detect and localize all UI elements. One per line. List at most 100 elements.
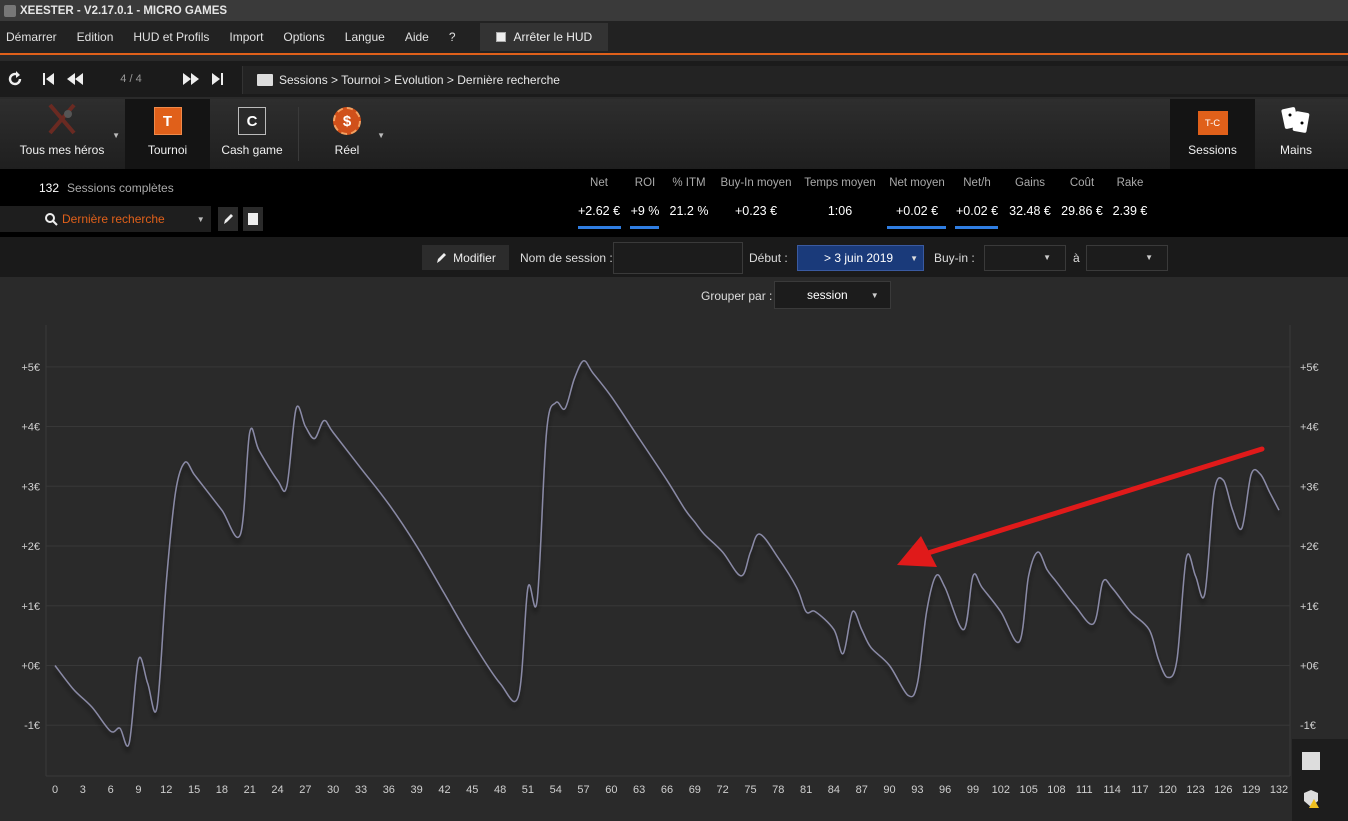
- hands-label: Mains: [1279, 143, 1312, 157]
- stat-cost: 29.86 €: [1061, 204, 1103, 218]
- tournament-label: Tournoi: [147, 143, 188, 157]
- main-toolbar: Tous mes héros ▼ T Tournoi C Cash game $…: [0, 99, 1348, 169]
- menu-help[interactable]: ?: [443, 30, 464, 44]
- stat-bar-net: [578, 226, 621, 229]
- stat-bar-net-avg: [887, 226, 946, 229]
- stat-header-net-avg: Net moyen: [889, 177, 945, 189]
- notes-icon[interactable]: [243, 207, 263, 231]
- real-label: Réel: [334, 143, 360, 157]
- cards-icon: [1281, 107, 1310, 133]
- chevron-down-icon: ▼: [112, 131, 120, 140]
- x-tick-label: 51: [522, 784, 534, 796]
- stat-gains: 32.48 €: [1009, 204, 1051, 218]
- stat-header-cost: Coût: [1069, 177, 1095, 189]
- edit-icon[interactable]: [218, 207, 238, 231]
- x-tick-label: 24: [271, 784, 283, 796]
- stat-bar-roi: [630, 226, 659, 229]
- menu-hud-profils[interactable]: HUD et Profils: [127, 30, 217, 44]
- x-tick-label: 78: [772, 784, 784, 796]
- session-name-input[interactable]: [613, 242, 743, 274]
- tournament-cash-icon: [257, 74, 273, 86]
- tournament-icon: T: [153, 107, 182, 135]
- x-tick-label: 75: [744, 784, 756, 796]
- x-tick-label: 105: [1019, 784, 1037, 796]
- x-tick-label: 36: [383, 784, 395, 796]
- tab-hands[interactable]: Mains: [1256, 99, 1336, 169]
- group-by-dropdown[interactable]: session ▼: [774, 281, 891, 309]
- y-tick-label-left: +2€: [21, 541, 40, 553]
- stat-net-hour: +0.02 €: [955, 204, 999, 218]
- heroes-selector[interactable]: Tous mes héros ▼: [0, 99, 124, 169]
- tab-tournament[interactable]: T Tournoi: [125, 99, 210, 169]
- x-tick-label: 9: [135, 784, 141, 796]
- last-page-icon[interactable]: [206, 68, 228, 90]
- next-page-icon[interactable]: [180, 68, 202, 90]
- x-tick-label: 30: [327, 784, 339, 796]
- chevron-down-icon: ▼: [377, 131, 385, 140]
- x-tick-label: 69: [689, 784, 701, 796]
- search-selector[interactable]: Dernière recherche ▼: [0, 206, 211, 232]
- tab-cash-game[interactable]: C Cash game: [212, 99, 292, 169]
- y-axis-left: +5€ +4€ +3€ +2€ +1€ +0€ -1€: [21, 362, 40, 732]
- y-tick-label-right: +4€: [1300, 422, 1319, 434]
- stat-header-itm: % ITM: [672, 177, 706, 189]
- menu-aide[interactable]: Aide: [399, 30, 437, 44]
- hud-checkbox[interactable]: [495, 32, 506, 42]
- menu-import[interactable]: Import: [223, 30, 271, 44]
- annotation-arrow: [897, 446, 1265, 567]
- y-tick-label-left: +5€: [21, 362, 40, 374]
- chevron-down-icon: ▼: [1145, 253, 1153, 262]
- refresh-icon[interactable]: [4, 68, 26, 90]
- x-tick-label: 90: [883, 784, 895, 796]
- modify-label: Modifier: [453, 250, 496, 265]
- menu-demarrer[interactable]: Démarrer: [0, 30, 65, 44]
- x-tick-label: 3: [80, 784, 86, 796]
- y-tick-label-right: +0€: [1300, 660, 1319, 672]
- widget-icon[interactable]: [1302, 752, 1320, 770]
- x-tick-label: 84: [828, 784, 840, 796]
- first-page-icon[interactable]: [38, 68, 60, 90]
- chevron-down-icon: ▼: [1043, 253, 1051, 262]
- stat-time: 1:06: [827, 204, 853, 218]
- x-tick-label: 63: [633, 784, 645, 796]
- x-tick-label: 21: [244, 784, 256, 796]
- x-tick-label: 0: [52, 784, 58, 796]
- start-date-dropdown[interactable]: > 3 juin 2019 ▼: [797, 245, 924, 271]
- x-tick-label: 42: [438, 784, 450, 796]
- session-count: 132: [39, 181, 60, 195]
- x-tick-label: 126: [1214, 784, 1232, 796]
- pencil-icon: [437, 252, 447, 263]
- menu-bar: Démarrer Edition HUD et Profils Import O…: [0, 21, 1348, 55]
- x-tick-label: 108: [1047, 784, 1065, 796]
- x-tick-label: 15: [188, 784, 200, 796]
- x-tick-label: 102: [992, 784, 1010, 796]
- start-date-value: > 3 juin 2019: [824, 251, 894, 265]
- x-tick-label: 72: [717, 784, 729, 796]
- x-tick-label: 60: [605, 784, 617, 796]
- dollar-chip-icon: $: [333, 107, 361, 135]
- menu-edition[interactable]: Edition: [71, 30, 122, 44]
- chevron-down-icon: ▼: [910, 253, 918, 263]
- real-money-selector[interactable]: $ Réel ▼: [305, 99, 389, 169]
- stats-panel: 132 Sessions complètes Dernière recherch…: [0, 169, 1348, 237]
- modify-button[interactable]: Modifier: [422, 245, 509, 270]
- buyin-from-dropdown[interactable]: ▼: [984, 245, 1066, 271]
- tab-sessions[interactable]: T-C Sessions: [1170, 99, 1255, 169]
- hero-logo-icon: [48, 103, 76, 135]
- y-tick-label-right: +2€: [1300, 541, 1319, 553]
- buyin-to-dropdown[interactable]: ▼: [1086, 245, 1168, 271]
- x-tick-label: 54: [550, 784, 562, 796]
- heroes-label: Tous mes héros: [19, 143, 105, 157]
- session-count-label: Sessions complètes: [67, 181, 174, 195]
- stop-hud-button[interactable]: Arrêter le HUD: [479, 23, 609, 51]
- previous-page-icon[interactable]: [64, 68, 86, 90]
- menu-langue[interactable]: Langue: [339, 30, 393, 44]
- x-axis: 0 3 6 9 12 15 18 21 24 27 30 33 36 39 42 45 48 51 54 57 60 63…: [52, 784, 1288, 796]
- x-tick-label: 114: [1103, 784, 1121, 796]
- x-tick-label: 132: [1270, 784, 1288, 796]
- stat-header-buyin: Buy-In moyen: [720, 177, 792, 189]
- to-label: à: [1073, 251, 1080, 265]
- menu-options[interactable]: Options: [277, 30, 332, 44]
- stat-header-gains: Gains: [1014, 177, 1046, 189]
- stat-rake: 2.39 €: [1112, 204, 1148, 218]
